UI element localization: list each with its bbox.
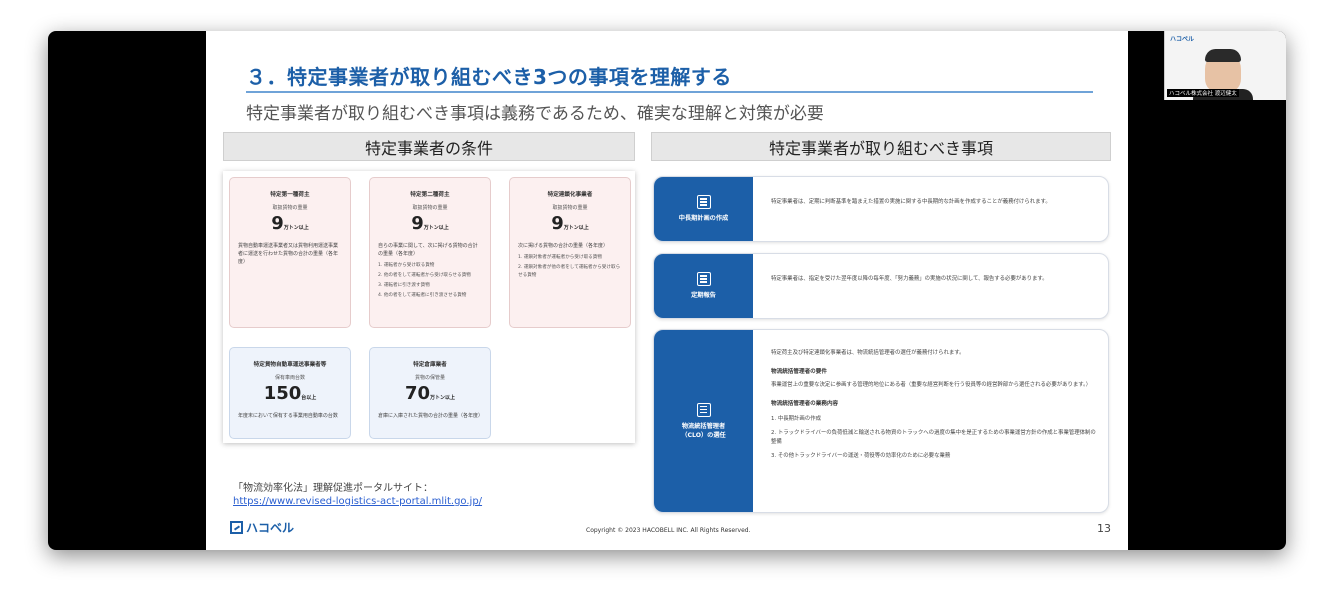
row-label-text: 物流統括管理者	[681, 422, 726, 430]
card-threshold: 150台以上	[230, 384, 350, 408]
clo-duty-item: 1. 中長期計画の作成	[771, 416, 821, 422]
row-label-text: 中長期計画の作成	[678, 215, 729, 222]
condition-card: 特定第一種荷主 取扱貨物の重量 9万トン以上 貨物自動車運送事業者又は貨物利用運…	[229, 177, 351, 328]
card-threshold: 70万トン以上	[370, 384, 490, 408]
report-icon	[696, 272, 711, 286]
condition-card: 特定第二種荷主 取扱貨物の重量 9万トン以上 自らの事業に関して、次に掲げる貨物…	[369, 177, 491, 328]
threshold-number: 9	[551, 213, 564, 234]
card-description: 次に掲げる貨物の合計の重量（各年度）	[518, 243, 609, 249]
threshold-unit: 万トン以上	[430, 395, 456, 401]
clo-duties-heading: 物流統括管理者の業務内容	[771, 401, 839, 407]
clo-duties-list: 1. 中長期計画の作成 2. トラックドライバーの負荷低減と輸送される物資のトラ…	[771, 415, 1098, 461]
condition-card: 特定連鎖化事業者 取扱貨物の重量 9万トン以上 次に掲げる貨物の合計の重量（各年…	[509, 177, 631, 328]
card-title: 特定第一種荷主	[270, 192, 310, 198]
screen: ３．特定事業者が取り組むべき3つの事項を理解する 特定事業者が取り組むべき事項は…	[0, 0, 1333, 613]
obligation-row-clo: 物流統括管理者 （CLO）の選任 特定荷主及び特定連鎖化事業者は、物流統括管理者…	[653, 329, 1109, 513]
row-label: 定期報告	[654, 254, 753, 318]
card-metric-label: 取扱貨物の重量	[412, 205, 448, 211]
title-divider	[246, 91, 1093, 93]
row-label-text: 定期報告	[691, 292, 716, 299]
card-list-item: 3. 運転者に引き渡す貨物	[378, 283, 430, 288]
row-label: 物流統括管理者 （CLO）の選任	[654, 330, 753, 512]
participant-hair	[1205, 49, 1241, 62]
card-threshold: 9万トン以上	[230, 214, 350, 238]
card-list: 1. 運転者から受け取る貨物 2. 他の者をして運転者から受け取らせる貨物 3.…	[370, 258, 490, 300]
card-metric-label: 取扱貨物の重量	[272, 205, 308, 211]
card-title: 特定貨物自動車運送事業者等	[253, 362, 327, 368]
threshold-number: 9	[271, 213, 284, 234]
threshold-number: 150	[263, 383, 302, 404]
threshold-number: 9	[411, 213, 424, 234]
card-list-item: 4. 他の者をして運転者に引き渡させる貨物	[378, 293, 467, 298]
card-title: 特定倉庫業者	[413, 362, 447, 368]
card-description: 年度末において保有する事業用自動車の台数	[238, 413, 338, 419]
row-text: 特定荷主及び特定連鎖化事業者は、物流統括管理者の選任が義務付けられます。 物流統…	[771, 349, 1098, 466]
portal-link[interactable]: https://www.revised-logistics-act-portal…	[233, 495, 482, 508]
condition-card: 特定貨物自動車運送事業者等 保有車両台数 150台以上 年度末において保有する事…	[229, 347, 351, 439]
condition-card: 特定倉庫業者 貨物の保管量 70万トン以上 倉庫に入庫された貨物の合計の重量（各…	[369, 347, 491, 439]
threshold-unit: 万トン以上	[563, 225, 589, 231]
card-threshold: 9万トン以上	[370, 214, 490, 238]
source-footnote: 「物流効率化法」理解促進ポータルサイト： https://www.revised…	[233, 482, 482, 508]
clo-duty-item: 3. その他トラックドライバーの運送・荷役等の効率化のために必要な業務	[771, 453, 951, 459]
card-description: 貨物自動車運送事業者又は貨物利用運送事業者に運送を行わせた貨物の合計の重量（各年…	[238, 243, 339, 265]
clo-requirements-heading: 物流統括管理者の要件	[771, 369, 827, 375]
logo-text: ハコベル	[246, 521, 295, 535]
manager-icon	[696, 402, 711, 417]
card-threshold: 9万トン以上	[510, 214, 630, 238]
threshold-unit: 万トン以上	[283, 225, 309, 231]
clo-duty-item: 2. トラックドライバーの負荷低減と輸送される物資のトラックへの過度の集中を是正…	[771, 430, 1096, 445]
logo-mark-icon	[230, 521, 243, 534]
card-list-item: 2. 運鎖対象者が他の者をして運転者から受け取らせる貨物	[518, 265, 621, 278]
card-title: 特定第二種荷主	[410, 192, 450, 198]
clo-intro: 特定荷主及び特定連鎖化事業者は、物流統括管理者の選任が義務付けられます。	[771, 350, 965, 356]
threshold-unit: 台以上	[301, 395, 317, 401]
threshold-unit: 万トン以上	[423, 225, 449, 231]
threshold-number: 70	[404, 383, 431, 404]
shared-slide: ３．特定事業者が取り組むべき3つの事項を理解する 特定事業者が取り組むべき事項は…	[206, 31, 1128, 550]
card-list-item: 2. 他の者をして運転者から受け取らせる貨物	[378, 273, 471, 278]
slide-subtitle: 特定事業者が取り組むべき事項は義務であるため、確実な理解と対策が必要	[246, 104, 824, 124]
clo-requirements-text: 事業運営上の重要な決定に参画する管理的地位にある者（重要な経営判断を行う役員等の…	[771, 382, 1092, 388]
card-list: 1. 運鎖対象者が運転者から受け取る貨物 2. 運鎖対象者が他の者をして運転者か…	[510, 250, 630, 280]
card-metric-label: 保有車両台数	[274, 375, 305, 381]
camera-brand: ハコベル	[1170, 36, 1195, 43]
right-section-header: 特定事業者が取り組むべき事項	[651, 132, 1111, 161]
company-logo: ハコベル	[230, 519, 294, 536]
participant-name-tag: ハコベル株式会社 渡辺健太	[1167, 89, 1239, 97]
participant-video-tile[interactable]: ハコベル ハコベル株式会社 渡辺健太	[1164, 31, 1286, 100]
card-title: 特定連鎖化事業者	[547, 192, 593, 198]
row-label-text: （CLO）の選任	[681, 431, 726, 439]
row-text: 特定事業者は、定期に判断基準を踏まえた措置の実施に関する中長期的な計画を作成する…	[771, 199, 1051, 205]
obligation-row-plan: 中長期計画の作成 特定事業者は、定期に判断基準を踏まえた措置の実施に関する中長期…	[653, 176, 1109, 242]
slide-title: ３．特定事業者が取り組むべき3つの事項を理解する	[246, 65, 732, 89]
row-label: 中長期計画の作成	[654, 177, 753, 241]
footnote-text: 「物流効率化法」理解促進ポータルサイト：	[233, 483, 433, 494]
card-list-item: 1. 運転者から受け取る貨物	[378, 263, 435, 268]
copyright: Copyright © 2023 HACOBELL INC. All Right…	[586, 527, 751, 534]
left-section-header: 特定事業者の条件	[223, 132, 635, 161]
card-description: 自らの事業に関して、次に掲げる貨物の合計の重量（各年度）	[378, 243, 478, 257]
conditions-panel: 特定第一種荷主 取扱貨物の重量 9万トン以上 貨物自動車運送事業者又は貨物利用運…	[223, 171, 635, 443]
card-metric-label: 取扱貨物の重量	[552, 205, 588, 211]
row-text: 特定事業者は、指定を受けた翌年度以降の毎年度、「努力義務」の実施の状況に関して、…	[771, 276, 1048, 282]
document-icon	[696, 195, 711, 209]
page-number: 13	[1097, 522, 1111, 535]
card-list-item: 1. 運鎖対象者が運転者から受け取る貨物	[518, 255, 602, 260]
card-metric-label: 貨物の保管量	[414, 375, 445, 381]
obligation-row-report: 定期報告 特定事業者は、指定を受けた翌年度以降の毎年度、「努力義務」の実施の状況…	[653, 253, 1109, 319]
card-description: 倉庫に入庫された貨物の合計の重量（各年度）	[378, 413, 484, 419]
video-call-window: ３．特定事業者が取り組むべき3つの事項を理解する 特定事業者が取り組むべき事項は…	[48, 31, 1286, 550]
